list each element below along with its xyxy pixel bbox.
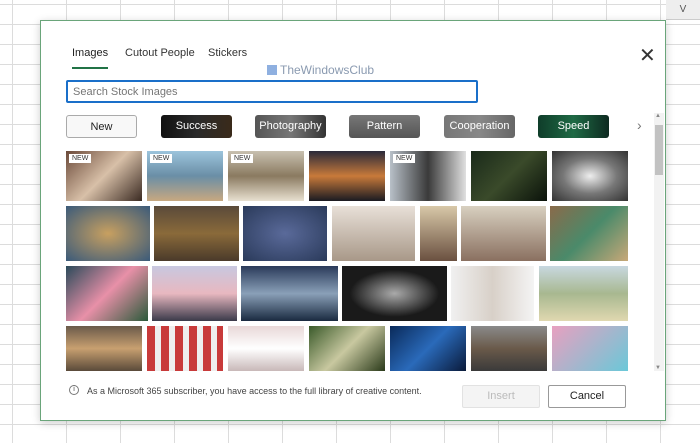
subscriber-info: i As a Microsoft 365 subscriber, you have… — [69, 385, 429, 398]
scroll-down-icon[interactable]: ▼ — [655, 365, 661, 371]
column-header-v: V — [666, 0, 700, 20]
insert-button[interactable]: Insert — [462, 385, 540, 408]
category-speed[interactable]: Speed — [538, 115, 609, 138]
category-new[interactable]: New — [66, 115, 137, 138]
tab-cutout-people[interactable]: Cutout People — [125, 47, 195, 59]
stock-image-tile[interactable] — [66, 326, 142, 371]
stock-image-tile[interactable] — [390, 326, 466, 371]
stock-image-tile[interactable] — [147, 326, 223, 371]
chevron-right-icon[interactable]: › — [637, 117, 642, 133]
category-pattern[interactable]: Pattern — [349, 115, 420, 138]
stock-image-tile[interactable] — [552, 151, 628, 201]
stock-image-tile[interactable] — [154, 206, 239, 261]
category-photography[interactable]: Photography — [255, 115, 326, 138]
new-badge: NEW — [231, 154, 254, 163]
stock-image-tile[interactable] — [471, 151, 547, 201]
category-cooperation[interactable]: Cooperation — [444, 115, 515, 138]
stock-image-tile[interactable] — [228, 326, 304, 371]
stock-image-tile[interactable] — [66, 206, 150, 261]
stock-image-tile[interactable]: NEW — [228, 151, 304, 201]
stock-image-tile[interactable] — [342, 266, 447, 321]
stock-image-tile[interactable] — [66, 266, 148, 321]
stock-image-tile[interactable] — [420, 206, 457, 261]
stock-image-tile[interactable] — [243, 206, 327, 261]
cancel-button[interactable]: Cancel — [548, 385, 626, 408]
stock-image-tile[interactable]: NEW — [390, 151, 466, 201]
stock-image-tile[interactable] — [332, 206, 415, 261]
stock-image-tile[interactable] — [152, 266, 237, 321]
scrollbar-thumb[interactable] — [655, 125, 663, 175]
stock-images-dialog: Images Cutout People Stickers ✕ TheWindo… — [40, 20, 666, 421]
stock-image-tile[interactable] — [451, 266, 534, 321]
stock-image-tile[interactable]: NEW — [66, 151, 142, 201]
watermark: TheWindowsClub — [267, 63, 374, 77]
stock-image-tile[interactable]: NEW — [147, 151, 223, 201]
close-icon[interactable]: ✕ — [639, 43, 656, 68]
new-badge: NEW — [393, 154, 416, 163]
scroll-up-icon[interactable]: ▲ — [655, 113, 661, 119]
stock-image-tile[interactable] — [550, 206, 628, 261]
stock-image-tile[interactable] — [471, 326, 547, 371]
category-success[interactable]: Success — [161, 115, 232, 138]
new-badge: NEW — [150, 154, 173, 163]
scrollbar[interactable]: ▲ ▼ — [654, 113, 664, 371]
stock-image-tile[interactable] — [309, 151, 385, 201]
tab-images[interactable]: Images — [72, 47, 109, 69]
tab-stickers[interactable]: Stickers — [208, 47, 247, 59]
stock-image-tile[interactable] — [309, 326, 385, 371]
stock-image-tile[interactable] — [461, 206, 546, 261]
stock-image-tile[interactable] — [552, 326, 628, 371]
stock-image-tile[interactable] — [241, 266, 338, 321]
info-icon: i — [69, 385, 79, 395]
new-badge: NEW — [69, 154, 92, 163]
stock-image-tile[interactable] — [539, 266, 628, 321]
search-input[interactable] — [66, 80, 478, 103]
